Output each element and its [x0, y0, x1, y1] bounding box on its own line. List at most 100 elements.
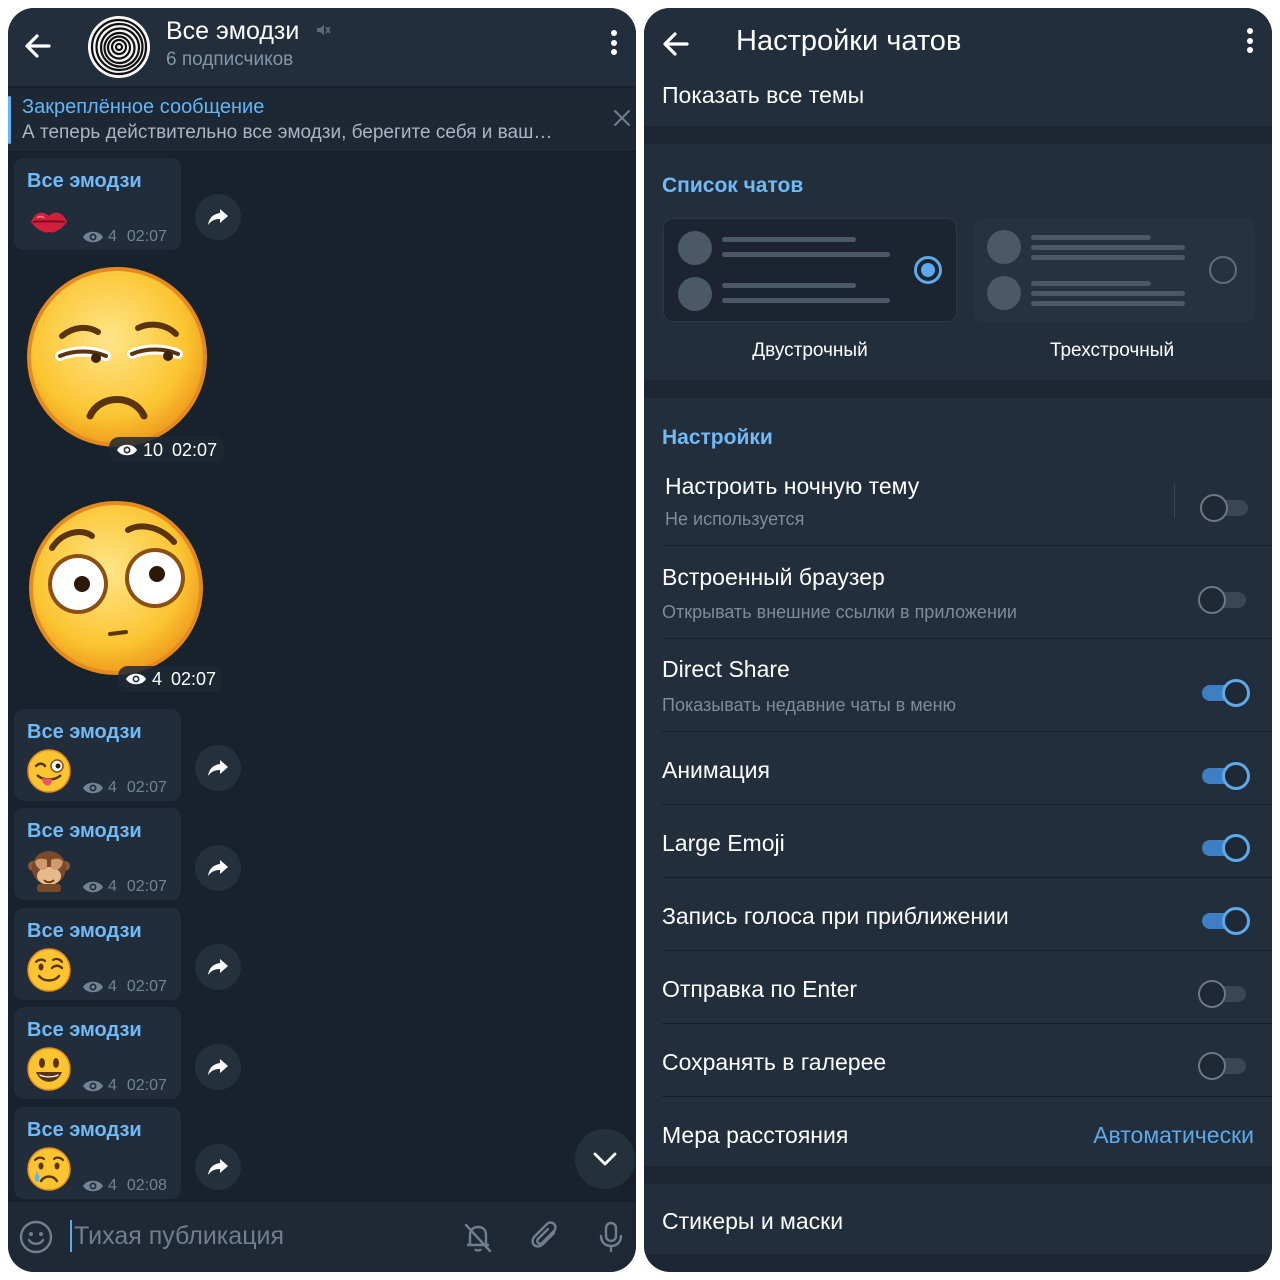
message-time: 02:08	[126, 1177, 167, 1194]
unamused-face-icon[interactable]	[26, 266, 208, 448]
message-bubble[interactable]: Все эмодзи 4 02:07	[14, 709, 181, 801]
view-count: 4	[108, 978, 117, 995]
preview-avatar	[987, 230, 1021, 264]
scroll-to-bottom-button[interactable]	[575, 1129, 635, 1189]
row-title: Настроить ночную тему	[665, 473, 920, 499]
message-bubble[interactable]: Все эмодзи 4 02:07	[14, 908, 181, 1000]
save-to-gallery-toggle[interactable]	[1198, 1050, 1250, 1082]
preview-avatar	[678, 277, 712, 311]
raise-to-speak-toggle[interactable]	[1200, 905, 1252, 937]
chat-header: Все эмодзи 6 подписчиков	[8, 8, 636, 86]
message-meta: 4 02:07	[82, 1077, 167, 1095]
two-line-layout-option[interactable]	[663, 218, 957, 322]
row-title: Мера расстояния	[662, 1122, 849, 1148]
channel-title[interactable]: Все эмодзи	[166, 17, 299, 46]
pinned-message-bar[interactable]: Закреплённое сообщение А теперь действит…	[8, 88, 636, 152]
more-menu-icon[interactable]	[610, 30, 618, 60]
preview-line	[1031, 291, 1185, 296]
sender-name: Все эмодзи	[27, 920, 142, 942]
flushed-face-icon[interactable]	[28, 500, 204, 676]
send-by-enter-toggle[interactable]	[1198, 978, 1250, 1010]
preview-avatar	[987, 276, 1021, 310]
sender-name: Все эмодзи	[27, 170, 142, 192]
message-bubble[interactable]: Все эмодзи 4 02:08	[14, 1107, 181, 1199]
message-meta: 4 02:07	[82, 878, 167, 896]
share-arrow-icon	[208, 760, 228, 776]
silent-bell-icon[interactable]	[460, 1219, 496, 1255]
settings-header: Настройки чатов	[644, 8, 1272, 82]
emoji-icon[interactable]	[18, 1219, 54, 1255]
winking-tongue-face-icon	[27, 749, 71, 793]
row-title: Анимация	[662, 757, 770, 783]
stickers-section: Стикеры и маски	[644, 1184, 1272, 1254]
share-button[interactable]	[195, 944, 241, 990]
share-button[interactable]	[195, 1144, 241, 1190]
pinned-title: Закреплённое сообщение	[22, 96, 265, 118]
close-icon[interactable]	[612, 108, 632, 128]
night-theme-row[interactable]: Настроить ночную тему Не используется	[644, 456, 1272, 546]
share-arrow-icon	[208, 860, 228, 876]
preview-line	[722, 252, 890, 257]
message-meta: 4 02:08	[82, 1177, 167, 1195]
views-eye-icon	[126, 673, 146, 685]
row-title: Встроенный браузер	[662, 564, 885, 590]
radio-unselected[interactable]	[1209, 256, 1237, 284]
microphone-icon[interactable]	[593, 1219, 629, 1255]
in-app-browser-toggle[interactable]	[1198, 584, 1250, 616]
three-line-layout-option[interactable]	[973, 218, 1255, 322]
message-bubble[interactable]: Все эмодзи 4 02:07	[14, 158, 181, 250]
views-eye-icon	[83, 981, 103, 993]
sender-name: Все эмодзи	[27, 1019, 142, 1041]
chevron-down-icon	[593, 1152, 617, 1166]
back-arrow-icon[interactable]	[22, 30, 54, 62]
preview-line	[722, 283, 856, 288]
sender-name: Все эмодзи	[27, 820, 142, 842]
distance-units-value[interactable]: Автоматически	[1093, 1122, 1254, 1149]
direct-share-row[interactable]: Direct Share Показывать недавние чаты в …	[644, 640, 1272, 732]
share-button[interactable]	[195, 845, 241, 891]
animation-row[interactable]: Анимация	[644, 733, 1272, 805]
divider	[1174, 484, 1175, 518]
channel-avatar[interactable]	[88, 16, 150, 78]
text-caret	[70, 1220, 72, 1252]
two-line-label: Двустрочный	[752, 340, 868, 361]
message-bubble[interactable]: Все эмодзи 4 02:07	[14, 808, 181, 900]
save-to-gallery-row[interactable]: Сохранять в галерее	[644, 1025, 1272, 1097]
raise-to-speak-row[interactable]: Запись голоса при приближении	[644, 879, 1272, 951]
view-count: 4	[108, 779, 117, 796]
preview-line	[1031, 235, 1151, 240]
share-button[interactable]	[195, 1044, 241, 1090]
direct-share-toggle[interactable]	[1200, 677, 1252, 709]
message-meta: 4 02:07	[82, 228, 167, 246]
message-meta: 4 02:07	[82, 978, 167, 996]
distance-units-row[interactable]: Мера расстояния Автоматически	[644, 1098, 1272, 1166]
share-button[interactable]	[195, 745, 241, 791]
message-input[interactable]: Тихая публикация	[74, 1222, 284, 1251]
stickers-and-masks-row[interactable]: Стикеры и маски	[644, 1184, 1272, 1254]
large-emoji-row[interactable]: Large Emoji	[644, 806, 1272, 878]
message-time: 02:07	[126, 779, 167, 796]
send-by-enter-row[interactable]: Отправка по Enter	[644, 952, 1272, 1024]
message-composer: Тихая публикация	[8, 1202, 636, 1272]
view-count: 4	[108, 878, 117, 895]
show-all-themes-item[interactable]: Показать все темы	[644, 82, 1272, 126]
smiley-face-icon	[27, 1047, 71, 1091]
divider	[662, 545, 1272, 546]
divider	[662, 638, 1272, 639]
in-app-browser-row[interactable]: Встроенный браузер Открывать внешние ссы…	[644, 547, 1272, 639]
row-title: Стикеры и маски	[662, 1208, 844, 1234]
back-arrow-icon[interactable]	[660, 28, 692, 60]
row-subtitle: Не используется	[665, 509, 805, 529]
channel-chat-panel: Все эмодзи 6 подписчиков Закреплённое со…	[8, 8, 636, 1272]
preview-avatar	[678, 231, 712, 265]
more-menu-icon[interactable]	[1246, 28, 1254, 58]
message-bubble[interactable]: Все эмодзи 4 02:07	[14, 1007, 181, 1099]
animation-toggle[interactable]	[1200, 760, 1252, 792]
sender-name: Все эмодзи	[27, 1119, 142, 1141]
large-emoji-toggle[interactable]	[1200, 832, 1252, 864]
radio-selected[interactable]	[914, 256, 942, 284]
paperclip-icon[interactable]	[528, 1219, 564, 1255]
share-button[interactable]	[195, 194, 241, 240]
night-theme-toggle[interactable]	[1200, 492, 1252, 524]
page-title: Настройки чатов	[736, 25, 962, 57]
